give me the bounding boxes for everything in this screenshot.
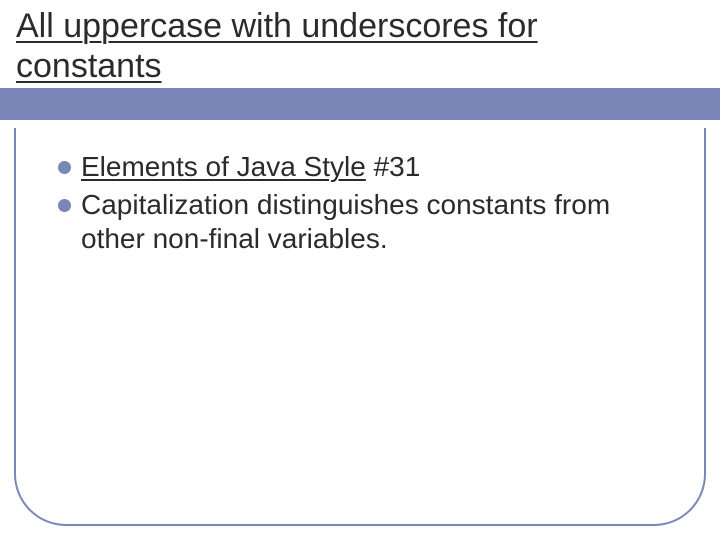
- bullet-icon: [58, 199, 71, 212]
- title-accent-band: [0, 88, 720, 120]
- bullet-text: Capitalization distinguishes constants f…: [81, 188, 660, 256]
- slide: All uppercase with underscores for const…: [0, 0, 720, 540]
- bullet-icon: [58, 161, 71, 174]
- list-item: Elements of Java Style #31: [58, 150, 660, 184]
- bullet-text: Elements of Java Style #31: [81, 150, 420, 184]
- content-area: Elements of Java Style #31 Capitalizatio…: [58, 150, 660, 260]
- list-item: Capitalization distinguishes constants f…: [58, 188, 660, 256]
- link-text[interactable]: Elements of Java Style: [81, 151, 366, 182]
- slide-title: All uppercase with underscores for const…: [16, 6, 690, 86]
- bullet-text-rest: #31: [366, 151, 421, 182]
